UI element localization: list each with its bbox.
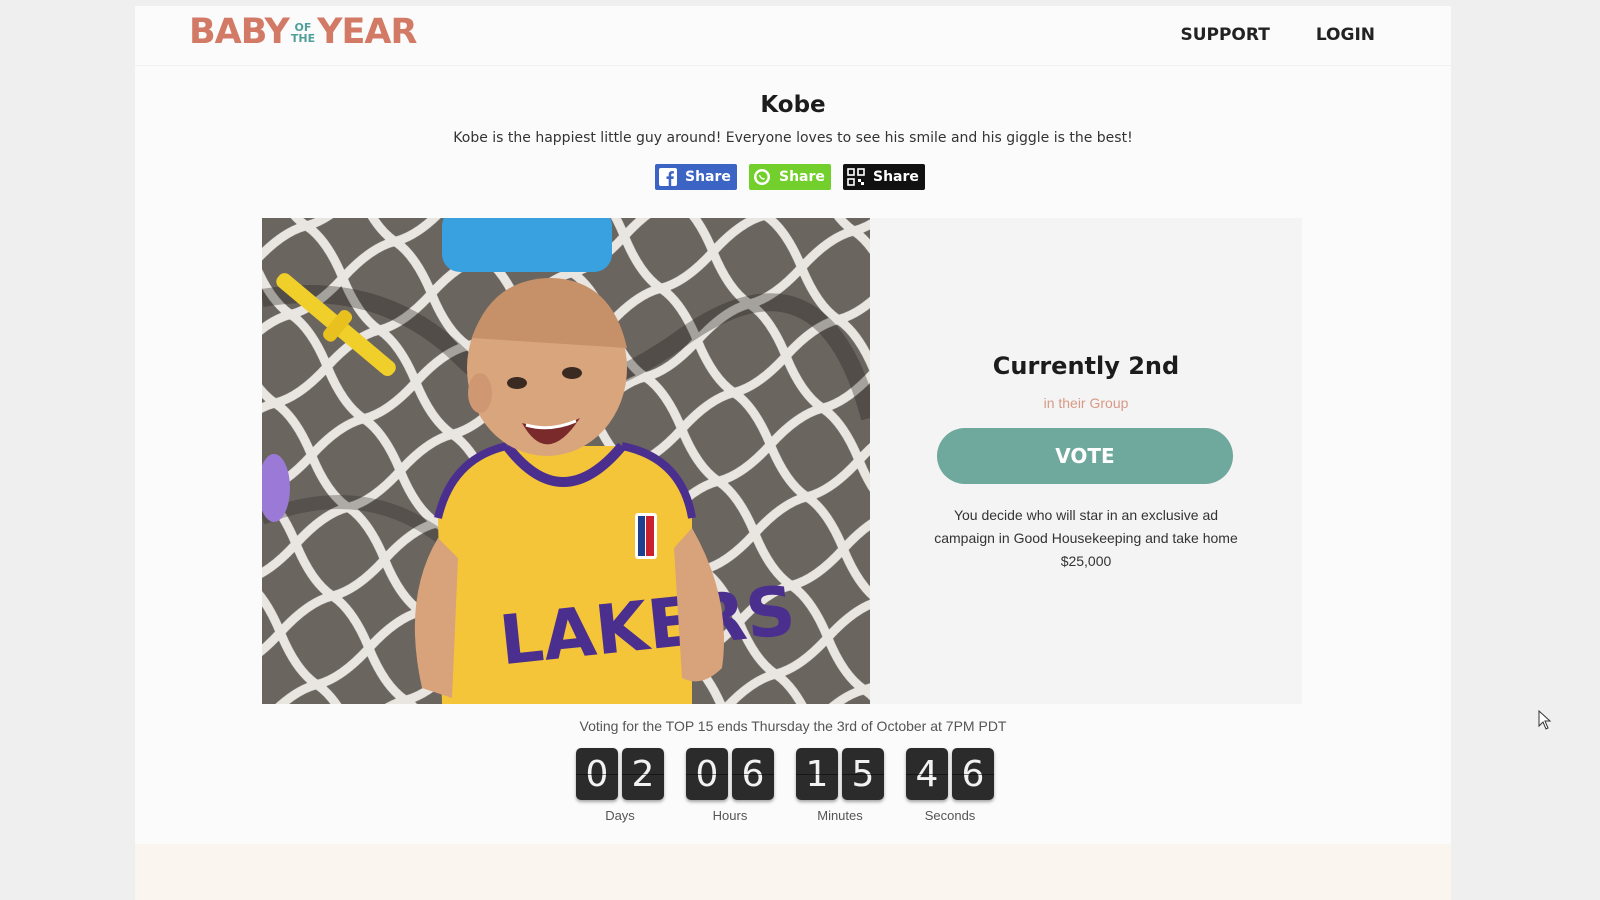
countdown-timer: 0 2 Days 0 6 Hours 1 5 Minutes 4 6 Secon… xyxy=(576,748,994,823)
entry-description: Kobe is the happiest little guy around! … xyxy=(453,130,1133,146)
vote-button[interactable]: VOTE xyxy=(937,428,1233,484)
ranking-panel: Currently 2nd in their Group VOTE You de… xyxy=(870,218,1302,704)
digit: 6 xyxy=(732,748,774,800)
logo-baby: BABY xyxy=(189,12,290,52)
countdown-minutes: 1 5 Minutes xyxy=(796,748,884,823)
rank-context: in their Group xyxy=(1043,395,1129,411)
digit: 2 xyxy=(622,748,664,800)
site-logo[interactable]: BABY OF THE YEAR xyxy=(189,12,417,52)
whatsapp-icon xyxy=(753,167,771,187)
hours-label: Hours xyxy=(712,808,748,823)
countdown-seconds: 4 6 Seconds xyxy=(906,748,994,823)
nav-links: SUPPORT LOGIN xyxy=(1180,25,1375,45)
logo-of: OF xyxy=(294,20,312,34)
facebook-icon xyxy=(659,167,677,187)
qr-share-label: Share xyxy=(873,169,919,185)
digit: 6 xyxy=(952,748,994,800)
seconds-label: Seconds xyxy=(924,808,976,823)
countdown-days: 0 2 Days xyxy=(576,748,664,823)
share-buttons: Share Share Share xyxy=(655,164,925,190)
digit: 0 xyxy=(576,748,618,800)
facebook-share-label: Share xyxy=(685,169,731,185)
prize-description: You decide who will star in an exclusive… xyxy=(934,507,1238,569)
facebook-share-button[interactable]: Share xyxy=(655,164,737,190)
days-label: Days xyxy=(605,808,635,823)
entry-name: Kobe xyxy=(760,92,826,118)
digit: 4 xyxy=(906,748,948,800)
digit: 5 xyxy=(842,748,884,800)
voting-deadline-note: Voting for the TOP 15 ends Thursday the … xyxy=(579,718,1007,734)
rank-status: Currently 2nd xyxy=(992,352,1180,380)
logo-year: YEAR xyxy=(317,12,417,52)
logo-of-the: OF THE xyxy=(291,22,315,44)
entry-photo: LAKERS xyxy=(262,218,870,704)
nav-login-link[interactable]: LOGIN xyxy=(1316,25,1375,45)
nav-support-link[interactable]: SUPPORT xyxy=(1180,25,1269,45)
digit: 0 xyxy=(686,748,728,800)
whatsapp-share-button[interactable]: Share xyxy=(749,164,831,190)
qr-share-button[interactable]: Share xyxy=(843,164,925,190)
logo-the: THE xyxy=(290,31,316,45)
countdown-hours: 0 6 Hours xyxy=(686,748,774,823)
whatsapp-share-label: Share xyxy=(779,169,825,185)
mouse-pointer-icon xyxy=(1538,709,1552,735)
minutes-label: Minutes xyxy=(817,808,863,823)
digit: 1 xyxy=(796,748,838,800)
footer-band xyxy=(135,844,1451,900)
page: BABY OF THE YEAR SUPPORT LOGIN Kobe Kobe… xyxy=(135,6,1451,900)
navbar: BABY OF THE YEAR SUPPORT LOGIN xyxy=(135,6,1451,66)
qr-code-icon xyxy=(847,167,865,187)
baby-photo-illustration: LAKERS xyxy=(262,218,870,704)
